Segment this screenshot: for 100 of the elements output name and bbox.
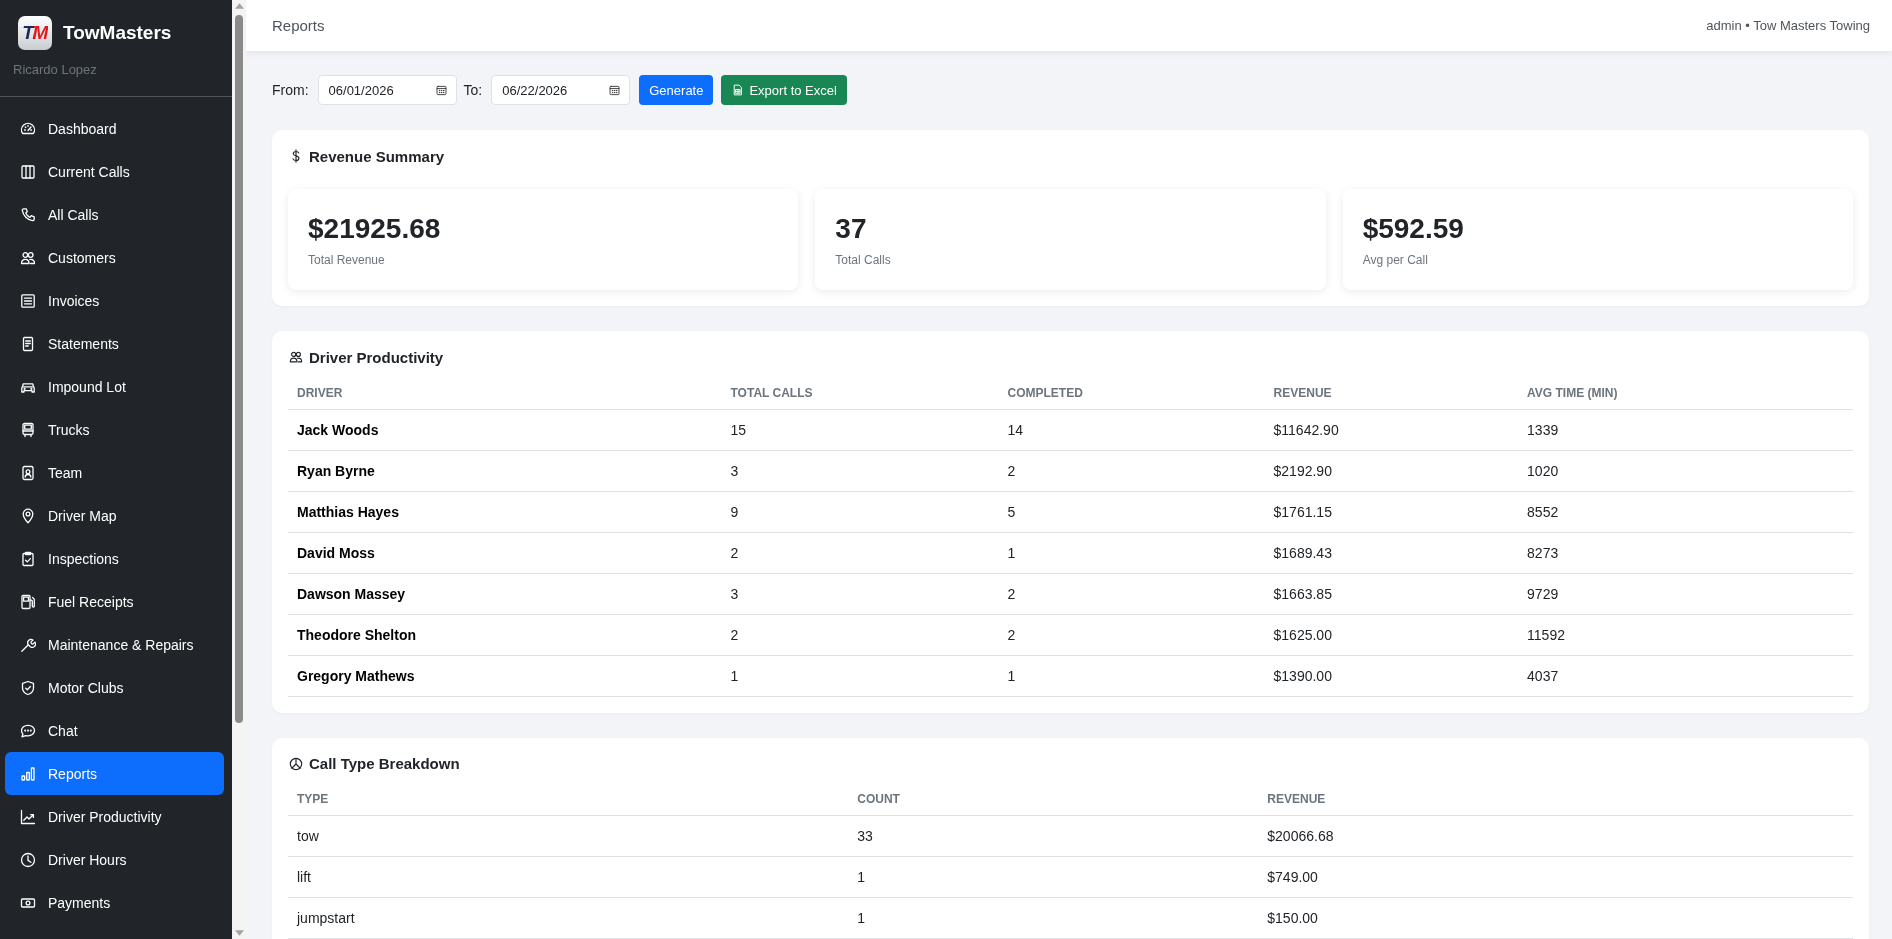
list-icon bbox=[20, 292, 36, 309]
table-cell: 15 bbox=[721, 409, 999, 450]
table-cell: Theodore Shelton bbox=[288, 614, 722, 655]
sidebar-item[interactable]: Inspections bbox=[5, 537, 224, 580]
export-button[interactable]: Export to Excel bbox=[721, 75, 847, 105]
table-cell: $2192.90 bbox=[1264, 450, 1519, 491]
spreadsheet-file-icon bbox=[732, 84, 745, 96]
sidebar-item[interactable]: Customers bbox=[5, 236, 224, 279]
table-cell: 14 bbox=[998, 409, 1265, 450]
table-cell: Ryan Byrne bbox=[288, 450, 722, 491]
column-header: TYPE bbox=[288, 783, 849, 816]
calendar-icon bbox=[609, 84, 621, 96]
people-icon bbox=[289, 350, 303, 364]
table-cell: 8273 bbox=[1518, 532, 1853, 573]
table-cell: 2 bbox=[998, 573, 1265, 614]
table-cell: lift bbox=[288, 856, 849, 898]
sidebar-item[interactable]: Driver Hours bbox=[5, 838, 224, 881]
table-cell: 1 bbox=[998, 532, 1265, 573]
table-cell: 4037 bbox=[1518, 655, 1853, 696]
sidebar-item[interactable]: Invoices bbox=[5, 279, 224, 322]
calendar-icon bbox=[435, 84, 447, 96]
table-cell: $150.00 bbox=[1258, 897, 1853, 939]
app-logo: TM bbox=[18, 16, 52, 50]
stat-label: Avg per Call bbox=[1362, 252, 1429, 268]
table-cell: $20066.68 bbox=[1258, 815, 1853, 857]
sidebar-item[interactable]: Impound Lot bbox=[5, 365, 224, 408]
map-pin-icon bbox=[20, 507, 36, 524]
table-cell: $749.00 bbox=[1258, 856, 1853, 898]
sidebar-item[interactable]: Statements bbox=[5, 322, 224, 365]
column-header: AVG TIME (MIN) bbox=[1518, 377, 1853, 409]
clipboard-check-icon bbox=[20, 550, 36, 567]
field-label: To: bbox=[463, 82, 483, 98]
table-cell: 33 bbox=[848, 815, 1259, 857]
generate-button[interactable]: Generate bbox=[639, 75, 714, 105]
table-cell: 3 bbox=[721, 450, 999, 491]
stat-value: 37 bbox=[835, 212, 868, 246]
sidebar-item[interactable]: Team bbox=[5, 451, 224, 494]
scrollbar-thumb[interactable] bbox=[235, 15, 243, 723]
table-cell: 1 bbox=[998, 655, 1265, 696]
stat-value: $592.59 bbox=[1362, 212, 1465, 246]
table-cell: 1020 bbox=[1518, 450, 1853, 491]
scroll-down-icon[interactable] bbox=[234, 930, 244, 936]
table-cell: 1 bbox=[848, 897, 1259, 939]
card-title: Driver Productivity bbox=[309, 348, 444, 366]
table-cell: Matthias Hayes bbox=[288, 491, 722, 532]
sidebar-item[interactable]: Motor Clubs bbox=[5, 666, 224, 709]
table-cell: $1689.43 bbox=[1264, 532, 1519, 573]
table-cell: David Moss bbox=[288, 532, 722, 573]
sidebar-item[interactable]: Reports bbox=[5, 752, 224, 795]
card-title: Call Type Breakdown bbox=[309, 755, 460, 772]
table-cell: $1761.15 bbox=[1264, 491, 1519, 532]
table-cell: 1 bbox=[848, 856, 1259, 898]
table-cell: $1663.85 bbox=[1264, 573, 1519, 614]
column-header: COUNT bbox=[848, 783, 1259, 816]
card-title: Revenue Summary bbox=[309, 147, 445, 165]
sidebar-item[interactable]: Payments bbox=[5, 881, 224, 924]
pie-chart-icon bbox=[289, 756, 303, 771]
sidebar-item[interactable]: Dashboard bbox=[5, 107, 224, 150]
bar-chart-icon bbox=[20, 765, 36, 782]
table-cell: 9729 bbox=[1518, 573, 1853, 614]
table-cell: 1 bbox=[721, 655, 999, 696]
table-cell: $11642.90 bbox=[1264, 409, 1519, 450]
clock-icon bbox=[20, 851, 36, 868]
sidebar-item[interactable]: Chat bbox=[5, 709, 224, 752]
scroll-up-icon[interactable] bbox=[234, 3, 244, 9]
table-cell: Jack Woods bbox=[288, 409, 722, 450]
column-header: COMPLETED bbox=[998, 377, 1265, 409]
column-header: DRIVER bbox=[288, 377, 722, 409]
table-cell: 2 bbox=[721, 532, 999, 573]
table-cell: 9 bbox=[721, 491, 999, 532]
chat-bubble-icon bbox=[20, 722, 36, 739]
table-cell: Gregory Mathews bbox=[288, 655, 722, 696]
sidebar-item[interactable]: Driver Map bbox=[5, 494, 224, 537]
people-icon bbox=[20, 249, 36, 266]
sidebar-item[interactable]: Trucks bbox=[5, 408, 224, 451]
table-cell: tow bbox=[288, 815, 849, 857]
user-name: Ricardo Lopez bbox=[12, 62, 98, 78]
table-cell: Dawson Massey bbox=[288, 573, 722, 614]
column-header: REVENUE bbox=[1258, 783, 1853, 816]
date-field[interactable]: 06/01/2026 bbox=[317, 75, 457, 105]
stat-value: $21925.68 bbox=[308, 212, 442, 246]
shield-check-icon bbox=[20, 679, 36, 696]
field-label: From: bbox=[272, 82, 309, 98]
phone-icon bbox=[20, 206, 36, 223]
fuel-pump-icon bbox=[20, 593, 36, 610]
columns-icon bbox=[20, 163, 36, 180]
sidebar-item[interactable]: All Calls bbox=[5, 193, 224, 236]
id-badge-icon bbox=[20, 464, 36, 481]
date-field[interactable]: 06/22/2026 bbox=[491, 75, 631, 105]
sidebar-item[interactable]: Fuel Receipts bbox=[5, 580, 224, 623]
line-chart-icon bbox=[20, 808, 36, 825]
table-cell: 2 bbox=[998, 614, 1265, 655]
table-cell: 2 bbox=[998, 450, 1265, 491]
sidebar-item[interactable]: Driver Productivity bbox=[5, 795, 224, 838]
sidebar-item[interactable]: Current Calls bbox=[5, 150, 224, 193]
stat-label: Total Calls bbox=[835, 252, 892, 268]
table-cell: $1625.00 bbox=[1264, 614, 1519, 655]
table-cell: 1339 bbox=[1518, 409, 1853, 450]
account-label: admin • Tow Masters Towing bbox=[1706, 18, 1870, 33]
sidebar-item[interactable]: Maintenance & Repairs bbox=[5, 623, 224, 666]
